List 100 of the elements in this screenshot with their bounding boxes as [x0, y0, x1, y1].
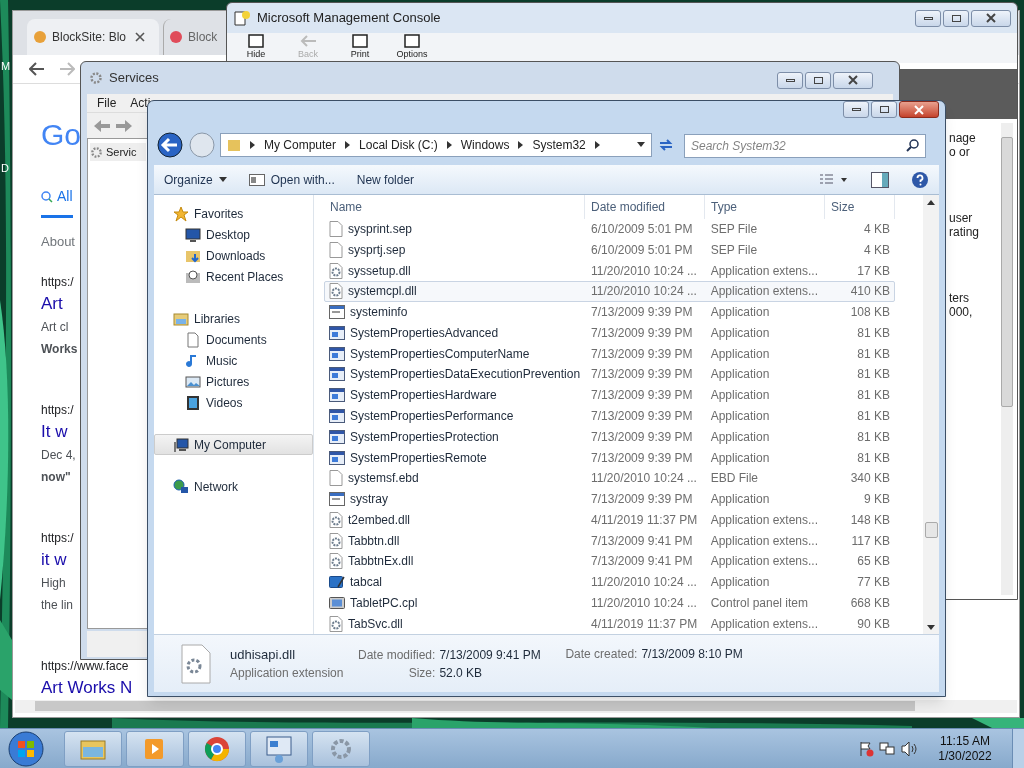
nav-item[interactable]: Favorites	[154, 203, 313, 224]
toolbar-button[interactable]: New folder	[356, 170, 415, 189]
file-row[interactable]: SystemPropertiesDataExecutionPrevention 7/13/2009 9:39 PM Application 81 KB	[324, 364, 895, 385]
minimize-button[interactable]	[915, 9, 941, 27]
file-row[interactable]: SystemPropertiesHardware 7/13/2009 9:39 PM Application 81 KB	[324, 384, 895, 406]
back-button[interactable]	[156, 131, 184, 159]
result-title[interactable]: Art	[41, 291, 63, 316]
close-button[interactable]	[833, 71, 873, 89]
breadcrumb-item[interactable]: My Computer	[264, 136, 337, 154]
breadcrumb-item[interactable]: System32	[532, 136, 586, 154]
nav-item[interactable]: Music	[154, 350, 313, 371]
maximize-button[interactable]	[805, 71, 831, 89]
file-row[interactable]: TabbtnEx.dll 7/13/2009 9:41 PM Application extens... 65 KB	[324, 550, 895, 572]
file-row[interactable]: sysprint.sep 6/10/2009 5:01 PM SEP File 4 KB	[324, 218, 895, 240]
result-title[interactable]: It w	[41, 419, 68, 444]
file-row[interactable]: sysprtj.sep 6/10/2009 5:01 PM SEP File 4 KB	[324, 239, 895, 261]
file-row[interactable]: systemcpl.dll 11/20/2010 10:24 ... Application extens... 410 KB	[324, 281, 895, 302]
browser-tab[interactable]: BlockSite: Blo	[27, 18, 159, 55]
menu-item[interactable]: File	[97, 94, 117, 112]
result-title[interactable]: it w	[41, 547, 67, 572]
nav-item[interactable]: Pictures	[154, 371, 313, 392]
nav-item[interactable]: Recent Places	[154, 266, 313, 287]
close-button[interactable]	[971, 9, 1011, 27]
vertical-scrollbar[interactable]	[1001, 123, 1013, 595]
result-snippet: the lin	[41, 596, 74, 614]
file-row[interactable]: systeminfo 7/13/2009 9:39 PM Application 108 KB	[324, 301, 895, 323]
column-header[interactable]: Type	[705, 195, 825, 219]
result-url[interactable]: https:/	[41, 401, 74, 418]
minimize-button[interactable]	[843, 101, 869, 118]
nav-item[interactable]: Videos	[154, 392, 313, 413]
window-icon	[329, 305, 345, 320]
file-date: 6/10/2009 5:01 PM	[590, 221, 694, 239]
search-field[interactable]: Search System32	[684, 134, 926, 158]
column-header[interactable]: Size	[825, 195, 895, 219]
file-row[interactable]: tabcal 11/20/2010 10:24 ... Application 77 KB	[324, 571, 895, 593]
flag-icon[interactable]	[858, 740, 874, 757]
back-arrow-icon[interactable]	[29, 61, 45, 76]
close-icon[interactable]	[135, 31, 146, 42]
toolbar-button[interactable]: Print	[343, 33, 377, 59]
result-title[interactable]: Art Works N	[41, 675, 133, 700]
search-tab[interactable]: All	[41, 186, 73, 219]
nav-item[interactable]: Libraries	[154, 308, 313, 329]
file-row[interactable]: SystemPropertiesAdvanced 7/13/2009 9:39 PM Application 81 KB	[324, 322, 895, 344]
description-text: nage	[949, 131, 977, 145]
network-icon[interactable]	[878, 740, 896, 757]
taskbar-button[interactable]	[250, 730, 308, 767]
nav-item[interactable]: Network	[154, 476, 313, 497]
file-row[interactable]: syssetup.dll 11/20/2010 10:24 ... Application extens... 17 KB	[324, 260, 895, 281]
close-button[interactable]	[899, 101, 939, 118]
file-name: SystemPropertiesComputerName	[350, 345, 530, 363]
file-row[interactable]: TabSvc.dll 4/11/2019 11:37 PM Application extens... 90 KB	[324, 613, 895, 634]
breadcrumb-item[interactable]: Local Disk (C:)	[359, 136, 438, 154]
toolbar-button[interactable]: Open with...	[248, 170, 335, 189]
vertical-scrollbar[interactable]	[923, 195, 939, 634]
file-row[interactable]: SystemPropertiesProtection 7/13/2009 9:39 PM Application 81 KB	[324, 426, 895, 448]
file-row[interactable]: t2embed.dll 4/11/2019 11:37 PM Application extens... 148 KB	[324, 509, 895, 531]
column-header[interactable]: Date modified	[585, 195, 705, 219]
nav-item[interactable]: Desktop	[154, 224, 313, 245]
file-row[interactable]: Tabbtn.dll 7/13/2009 9:41 PM Application extens... 117 KB	[324, 530, 895, 551]
file-row[interactable]: systemsf.ebd 11/20/2010 10:24 ... EBD File 340 KB	[324, 467, 895, 489]
result-url[interactable]: https:/	[41, 529, 74, 546]
minimize-button[interactable]	[777, 71, 803, 89]
toolbar-button[interactable]: Options	[395, 33, 429, 59]
result-url[interactable]: https://www.face	[41, 657, 129, 674]
maximize-button[interactable]	[943, 9, 969, 27]
toolbar-button[interactable]: Organize	[164, 170, 227, 189]
toolbar-button[interactable]: Hide	[239, 33, 273, 59]
file-row[interactable]: SystemPropertiesRemote 7/13/2009 9:39 PM Application 81 KB	[324, 447, 895, 468]
file-name: Tabbtn.dll	[348, 532, 400, 550]
file-size: 410 KB	[849, 283, 891, 301]
speaker-icon[interactable]	[900, 740, 918, 757]
nav-item[interactable]: Documents	[154, 329, 313, 350]
file-row[interactable]: SystemPropertiesPerformance 7/13/2009 9:39 PM Application 81 KB	[324, 405, 895, 427]
browser-tab[interactable]: Block	[163, 18, 220, 55]
horizontal-scrollbar[interactable]	[15, 699, 1017, 713]
result-url[interactable]: https:/	[41, 273, 74, 290]
nav-item[interactable]: Downloads	[154, 245, 313, 266]
view-options-icon[interactable]	[819, 172, 849, 187]
clock[interactable]: 11:15 AM 1/30/2022	[922, 733, 1008, 764]
start-button[interactable]	[6, 729, 46, 768]
maximize-button[interactable]	[871, 101, 897, 118]
scroll-thumb[interactable]	[924, 522, 938, 538]
file-row[interactable]: systray 7/13/2009 9:39 PM Application 9 KB	[324, 488, 895, 510]
taskbar-button[interactable]	[188, 730, 246, 767]
file-name: SystemPropertiesPerformance	[350, 407, 514, 425]
preview-pane-icon[interactable]	[871, 171, 889, 188]
help-icon[interactable]	[911, 170, 929, 189]
window-title: Services	[109, 69, 160, 88]
file-name: tabcal	[350, 574, 383, 592]
column-header[interactable]: Name	[324, 195, 585, 219]
file-row[interactable]: TabletPC.cpl 11/20/2010 10:24 ... Control panel item 668 KB	[324, 592, 895, 614]
file-row[interactable]: SystemPropertiesComputerName 7/13/2009 9:39 PM Application 81 KB	[324, 343, 895, 365]
nav-item[interactable]: My Computer	[154, 434, 313, 455]
breadcrumb-item[interactable]: Windows	[460, 136, 510, 154]
gear-icon	[89, 71, 103, 85]
file-date: 6/10/2009 5:01 PM	[590, 241, 694, 259]
address-bar[interactable]: My Computer Local Disk (C:) Windows System32	[220, 133, 652, 157]
document-icon	[329, 221, 343, 238]
tree-item[interactable]: Servic	[90, 143, 146, 161]
field-value: 7/13/2009 8:10 PM	[641, 646, 743, 663]
